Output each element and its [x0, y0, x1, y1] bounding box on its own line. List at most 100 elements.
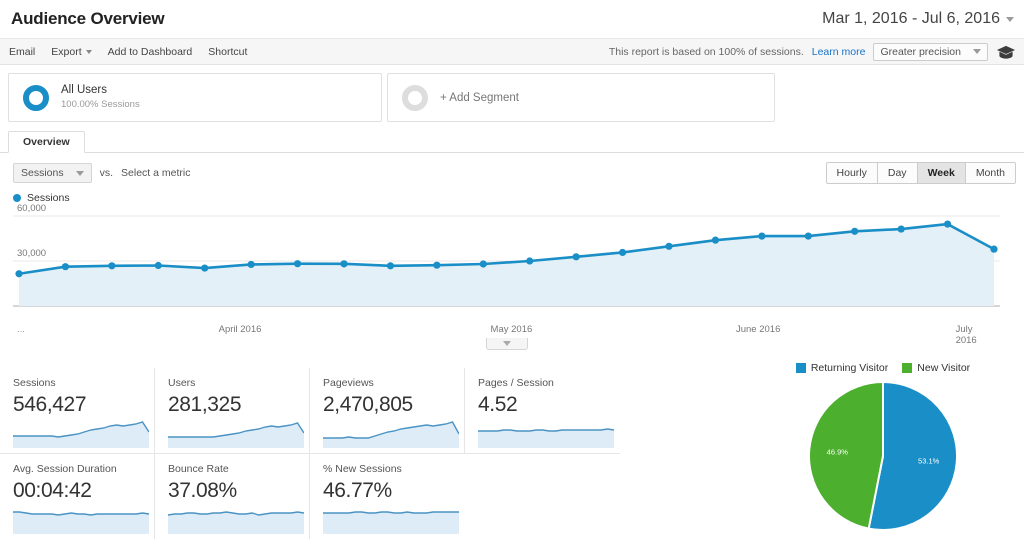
tab-overview[interactable]: Overview	[8, 131, 85, 153]
date-range-label: Mar 1, 2016 - Jul 6, 2016	[822, 10, 1000, 27]
segment-subtitle: 100.00% Sessions	[61, 98, 140, 110]
metric-card-value: 00:04:42	[13, 479, 92, 502]
add-segment-button[interactable]: + Add Segment	[387, 73, 775, 122]
precision-label: Greater precision	[880, 45, 961, 58]
chart-x-tick-label: April 2016	[218, 324, 262, 335]
metric-card[interactable]: Sessions 546,427	[0, 368, 155, 453]
metric-card-sparkline	[323, 421, 459, 448]
date-range-picker[interactable]: Mar 1, 2016 - Jul 6, 2016	[822, 10, 1014, 28]
pie-legend: Returning Visitor New Visitor	[742, 356, 1024, 374]
metric-card-label: Bounce Rate	[168, 463, 229, 475]
add-to-dashboard-button[interactable]: Add to Dashboard	[108, 46, 193, 58]
visitor-type-pie-chart: Returning Visitor New Visitor 53.1% 46.9%	[742, 356, 1024, 544]
segment-name: All Users	[61, 84, 108, 97]
metric-card-sparkline	[13, 511, 149, 534]
donut-icon	[23, 84, 49, 111]
chevron-down-icon	[502, 341, 511, 346]
metric-card-value: 46.77%	[323, 479, 392, 502]
metric-card-value: 2,470,805	[323, 393, 413, 416]
email-button[interactable]: Email	[9, 46, 35, 58]
primary-metric-select[interactable]: Sessions	[13, 163, 92, 183]
chart-x-axis: ... April 2016 May 2016 June 2016 July 2016	[13, 322, 1000, 350]
primary-metric-label: Sessions	[21, 167, 64, 179]
pie-legend-swatch	[795, 363, 806, 373]
granularity-month-label: Month	[975, 167, 1005, 179]
chart-y-tick-label: 30,000	[17, 248, 47, 259]
add-to-dashboard-label: Add to Dashboard	[107, 45, 193, 58]
add-segment-label: + Add Segment	[440, 91, 519, 104]
metric-card-row: Avg. Session Duration 00:04:42 Bounce Rat…	[0, 454, 742, 539]
granularity-week-label: Week	[927, 167, 955, 179]
pie-slice-label: 46.9%	[827, 448, 849, 457]
toolbar-sampling: This report is based on 100% of sessions…	[608, 42, 1016, 61]
chevron-down-icon	[85, 49, 92, 54]
chevron-down-icon	[1006, 16, 1014, 22]
pie-chart-svg[interactable]: 53.1% 46.9%	[798, 380, 968, 532]
export-label: Export	[51, 45, 82, 58]
metric-card-sparkline	[13, 421, 149, 448]
metric-card[interactable]: Avg. Session Duration 00:04:42	[0, 454, 155, 539]
segment-bar: All Users 100.00% Sessions + Add Segment	[0, 65, 1024, 122]
report-tabs: Overview	[0, 131, 1024, 153]
granularity-month[interactable]: Month	[965, 163, 1015, 183]
chart-x-tick-label: June 2016	[735, 324, 781, 335]
chevron-down-icon	[75, 170, 84, 176]
vs-label: vs.	[99, 167, 114, 179]
sessions-line-chart-svg	[13, 215, 1000, 307]
metric-card-label: Pageviews	[323, 377, 374, 389]
pie-legend-item-returning[interactable]: Returning Visitor	[795, 362, 889, 374]
granularity-week[interactable]: Week	[917, 163, 966, 183]
toolbar-actions: Email Export Add to Dashboard Shortcut	[9, 46, 247, 58]
granularity-hourly-label: Hourly	[836, 167, 867, 179]
metric-card[interactable]: Bounce Rate 37.08%	[155, 454, 310, 539]
pie-legend-label: Returning Visitor	[810, 362, 889, 374]
granularity-day-label: Day	[887, 167, 907, 179]
pie-legend-label: New Visitor	[917, 362, 971, 374]
metric-card-label: Sessions	[13, 377, 56, 389]
granularity-hourly[interactable]: Hourly	[826, 163, 878, 183]
tab-overview-label: Overview	[23, 136, 70, 148]
chart-x-tick-label: July 2016	[955, 324, 977, 346]
chart-x-tick-label: May 2016	[490, 324, 533, 335]
graduation-cap-icon[interactable]	[996, 45, 1016, 59]
metric-card-sparkline	[323, 511, 459, 534]
metric-card[interactable]: Users 281,325	[155, 368, 310, 453]
sessions-line-chart[interactable]: 30,000 60,000	[13, 203, 1000, 322]
metric-card-value: 281,325	[168, 393, 242, 416]
shortcut-label: Shortcut	[208, 45, 248, 58]
granularity-day[interactable]: Day	[877, 163, 918, 183]
pie-legend-swatch	[902, 363, 913, 373]
precision-select[interactable]: Greater precision	[873, 42, 988, 61]
metric-cards-area: Sessions 546,427 Users 281,325 Pageviews 2,…	[0, 368, 742, 539]
chart-y-tick-label: 60,000	[17, 203, 47, 214]
metric-card-label: Users	[168, 377, 196, 389]
metric-card-value: 546,427	[13, 393, 87, 416]
metric-card[interactable]: Pages / Session 4.52	[465, 368, 620, 453]
pie-slice-label: 53.1%	[918, 457, 940, 466]
title-bar: Audience Overview Mar 1, 2016 - Jul 6, 2…	[0, 0, 1024, 39]
metric-card[interactable]: Pageviews 2,470,805	[310, 368, 465, 453]
segment-all-users[interactable]: All Users 100.00% Sessions	[8, 73, 382, 122]
metric-card-sparkline	[168, 511, 304, 534]
export-button[interactable]: Export	[51, 45, 92, 58]
analytics-audience-overview-page: Audience Overview Mar 1, 2016 - Jul 6, 2…	[0, 0, 1024, 544]
chart-controls: Sessions vs. Select a metric Hourly Day …	[0, 153, 1024, 184]
metric-card-value: 4.52	[478, 393, 518, 416]
learn-more-link[interactable]: Learn more	[812, 46, 866, 58]
metric-card-label: Avg. Session Duration	[13, 463, 117, 475]
pie-legend-item-new[interactable]: New Visitor	[902, 362, 970, 374]
metric-card-sparkline	[478, 428, 614, 448]
metric-card-value: 37.08%	[168, 479, 237, 502]
metric-card-label: Pages / Session	[478, 377, 554, 389]
sampling-note: This report is based on 100% of sessions…	[608, 45, 804, 58]
granularity-toggle-group: Hourly Day Week Month	[825, 162, 1016, 184]
metric-card[interactable]: % New Sessions 46.77%	[310, 454, 465, 539]
select-a-metric-link[interactable]: Select a metric	[121, 167, 190, 179]
email-label: Email	[9, 45, 36, 58]
chart-range-slider-handle[interactable]	[485, 338, 528, 350]
shortcut-button[interactable]: Shortcut	[208, 46, 247, 58]
metric-card-sparkline	[168, 422, 304, 448]
chart-x-tick-label: ...	[16, 324, 25, 335]
chevron-down-icon	[973, 49, 981, 54]
metric-selector-group: Sessions vs. Select a metric	[13, 163, 190, 183]
